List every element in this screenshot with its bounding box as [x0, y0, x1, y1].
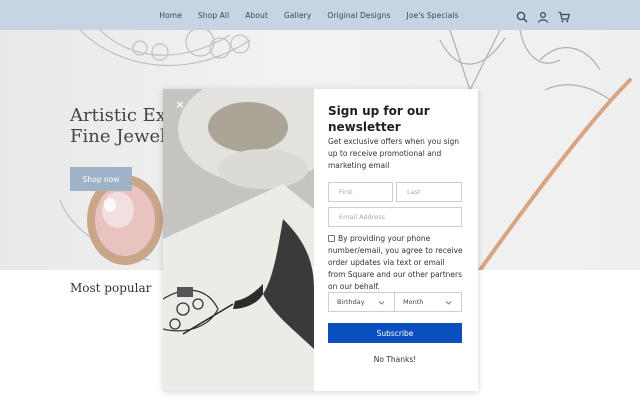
nav-link-home[interactable]: Home	[159, 11, 182, 20]
last-name-field[interactable]: Last	[396, 182, 462, 202]
consent-text: By providing your phone number/email, yo…	[328, 234, 463, 291]
no-thanks-link[interactable]: No Thanks!	[328, 355, 462, 364]
first-name-placeholder: First	[339, 188, 353, 196]
most-popular-heading: Most popular	[70, 281, 152, 295]
month-value: Month	[403, 298, 424, 306]
modal-photo: ×	[163, 89, 314, 391]
modal-title: Sign up for our newsletter	[328, 104, 430, 134]
search-icon[interactable]	[516, 8, 528, 23]
cart-icon[interactable]	[558, 8, 570, 23]
first-name-field[interactable]: First	[328, 182, 393, 202]
nav-link-about[interactable]: About	[245, 11, 268, 20]
birthday-value: Birthday	[337, 298, 365, 306]
close-icon[interactable]: ×	[174, 99, 186, 111]
hero-title: Artistic Exp Fine Jewelr	[70, 105, 170, 147]
nav-link-original-designs[interactable]: Original Designs	[327, 11, 390, 20]
chevron-down-icon	[445, 299, 452, 306]
nav-icons	[516, 8, 570, 23]
chevron-down-icon	[378, 299, 385, 306]
email-field[interactable]: Email Address	[328, 207, 462, 227]
consent-row: By providing your phone number/email, yo…	[328, 233, 463, 293]
modal-description: Get exclusive offers when you sign up to…	[328, 137, 459, 170]
nav-link-shop-all[interactable]: Shop All	[198, 11, 229, 20]
nav-link-gallery[interactable]: Gallery	[284, 11, 311, 20]
nav-link-joes-specials[interactable]: Joe's Specials	[407, 11, 459, 20]
last-name-placeholder: Last	[407, 188, 421, 196]
email-placeholder: Email Address	[339, 213, 385, 221]
account-icon[interactable]	[537, 8, 549, 23]
subscribe-button[interactable]: Subscribe	[328, 323, 462, 343]
hero-title-line-2: Fine Jewelr	[70, 126, 170, 147]
birthday-select[interactable]: Birthday	[328, 292, 395, 312]
top-nav: Home Shop All About Gallery Original Des…	[0, 0, 640, 30]
newsletter-modal: × Sign up for our newsletter Get exclusi…	[163, 89, 478, 391]
consent-checkbox[interactable]	[328, 235, 335, 242]
month-select[interactable]: Month	[394, 292, 462, 312]
shop-now-button[interactable]: Shop now	[70, 167, 132, 191]
hero-title-line-1: Artistic Exp	[70, 105, 170, 126]
